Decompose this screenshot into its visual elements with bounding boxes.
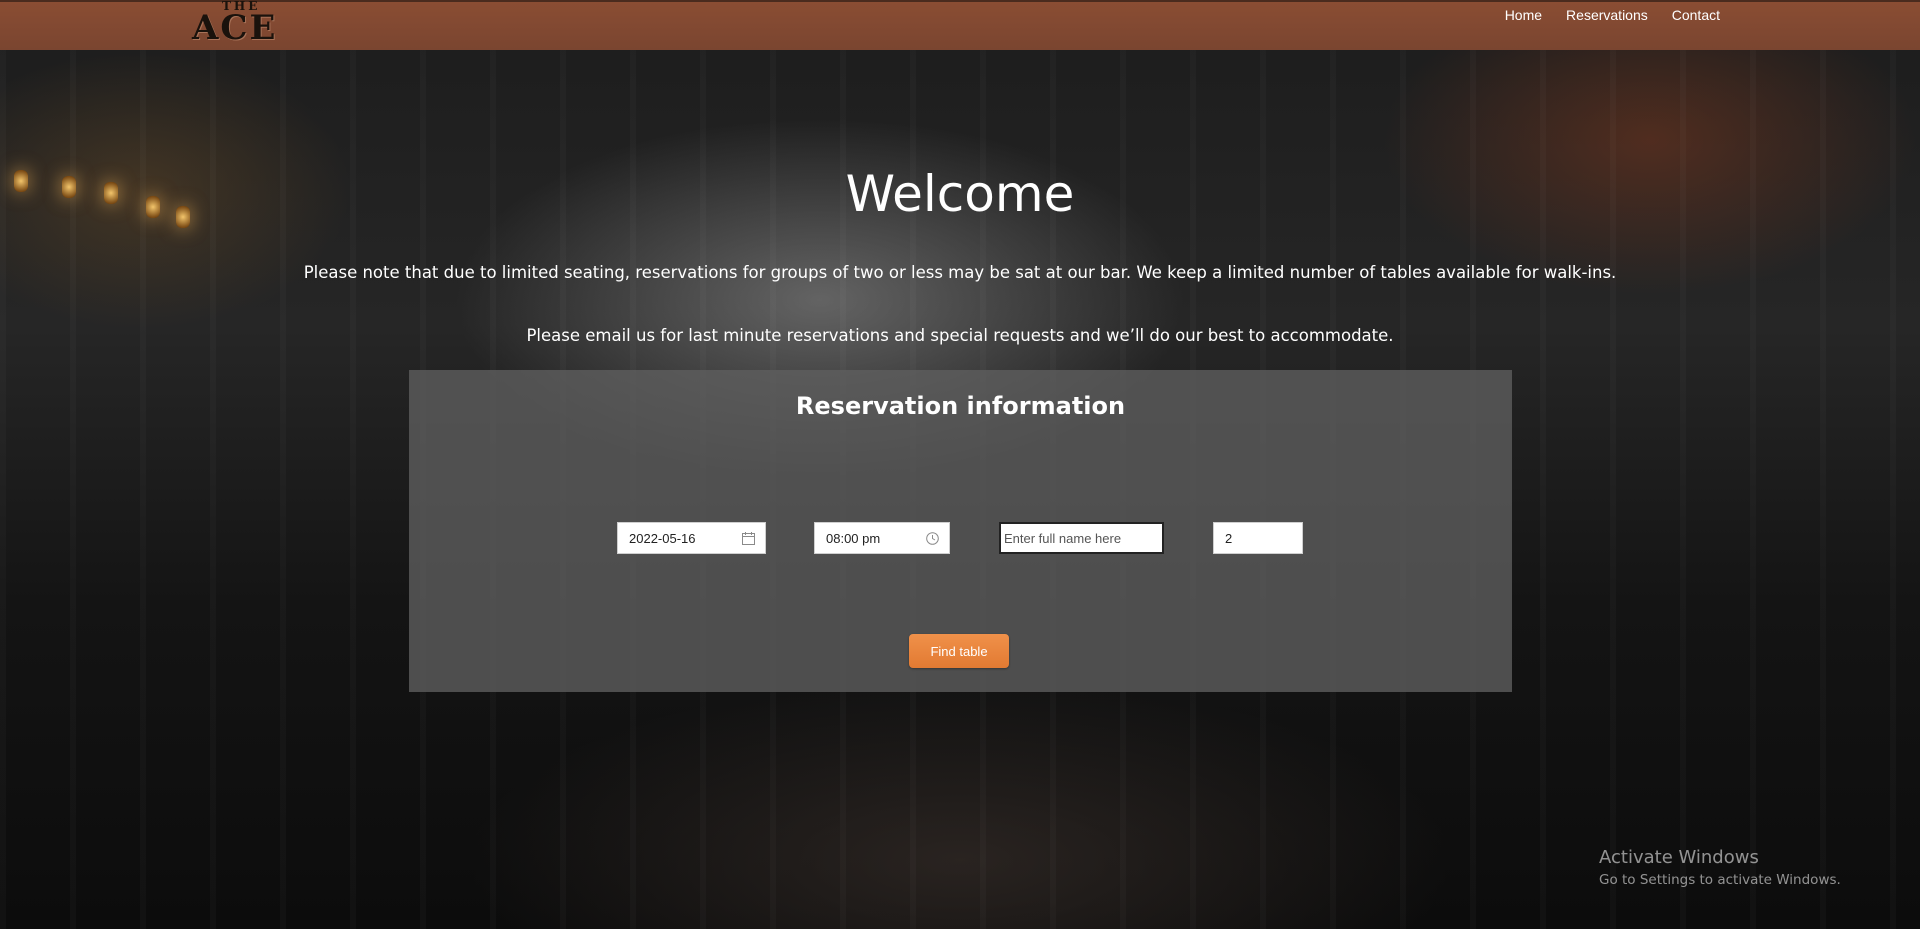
date-value: 2022-05-16: [629, 530, 696, 546]
main-nav: Home Reservations Contact: [1505, 6, 1720, 24]
watermark-subtitle: Go to Settings to activate Windows.: [1599, 872, 1841, 888]
nav-contact[interactable]: Contact: [1672, 6, 1720, 24]
logo-main-text: ACE: [192, 8, 278, 48]
time-value: 08:00 pm: [826, 530, 881, 546]
party-size-input[interactable]: 2: [1213, 522, 1303, 554]
reservation-panel: Reservation information 2022-05-16 08:00…: [409, 370, 1512, 692]
site-logo[interactable]: THE ACE: [192, 0, 324, 50]
seating-note: Please note that due to limited seating,…: [303, 263, 1617, 282]
date-input[interactable]: 2022-05-16: [617, 522, 766, 554]
nav-reservations[interactable]: Reservations: [1566, 6, 1648, 24]
nav-home[interactable]: Home: [1505, 6, 1542, 24]
party-size-value: 2: [1225, 530, 1233, 546]
welcome-heading: Welcome: [845, 165, 1075, 223]
calendar-icon[interactable]: [741, 531, 755, 545]
find-table-button[interactable]: Find table: [909, 634, 1009, 668]
site-header: THE ACE Home Reservations Contact: [0, 0, 1920, 50]
windows-activation-watermark: Activate Windows Go to Settings to activ…: [1599, 846, 1841, 890]
full-name-input[interactable]: [1001, 524, 1162, 552]
email-note: Please email us for last minute reservat…: [526, 326, 1394, 345]
full-name-field[interactable]: [999, 522, 1164, 554]
watermark-title: Activate Windows: [1599, 847, 1759, 868]
reservation-title: Reservation information: [795, 392, 1126, 420]
time-input[interactable]: 08:00 pm: [814, 522, 950, 554]
clock-icon[interactable]: [925, 531, 939, 545]
